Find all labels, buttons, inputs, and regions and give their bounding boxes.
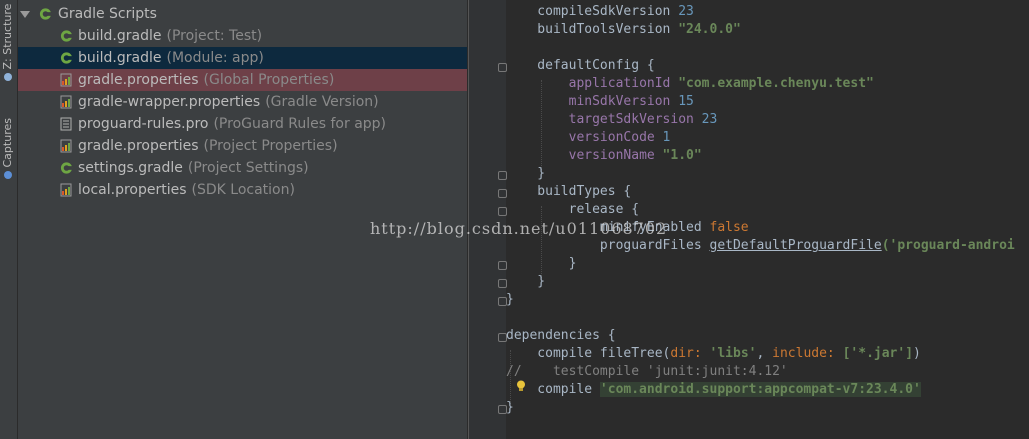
code-line: release { — [506, 202, 640, 217]
tree-item-name: local.properties — [78, 182, 187, 198]
tree-item-hint: (Project: Test) — [166, 28, 263, 44]
tree-item-name: build.gradle — [78, 50, 162, 66]
tree-item-gradle-properties-global[interactable]: gradle.properties (Global Properties) — [18, 69, 467, 91]
tree-item-name: proguard-rules.pro — [78, 116, 209, 132]
tree-item-name: gradle-wrapper.properties — [78, 94, 261, 110]
tree-item-hint: (Module: app) — [166, 50, 264, 66]
tree-root-label: Gradle Scripts — [58, 6, 157, 22]
expand-arrow-icon[interactable] — [20, 11, 30, 18]
lightbulb-icon[interactable] — [516, 380, 526, 392]
code-line: } — [506, 256, 577, 271]
captures-tab-label: Captures — [1, 118, 14, 168]
properties-icon — [60, 73, 72, 87]
structure-icon — [4, 73, 12, 81]
properties-icon — [60, 139, 72, 153]
tree-item-build-gradle-module[interactable]: build.gradle (Module: app) — [18, 47, 467, 69]
tool-window-strip: Z: Structure Captures — [0, 0, 18, 439]
properties-icon — [60, 183, 72, 197]
gradle-icon — [60, 162, 73, 174]
code-line: versionCode 1 — [568, 130, 671, 145]
code-line: dependencies { — [506, 328, 616, 343]
code-line: proguardFiles getDefaultProguardFile('pr… — [506, 238, 1015, 253]
tree-item-gradle-wrapper-properties[interactable]: gradle-wrapper.properties (Gradle Version… — [18, 91, 467, 113]
tree-item-hint: (Global Properties) — [203, 72, 335, 88]
tree-item-name: gradle.properties — [78, 72, 199, 88]
code-line: minSdkVersion 15 — [568, 94, 694, 109]
watermark-text: http://blog.csdn.net/u011068702 — [370, 219, 668, 238]
code-line: defaultConfig { — [506, 58, 655, 73]
tree-item-hint: (Gradle Version) — [265, 94, 379, 110]
tree-item-build-gradle-project[interactable]: build.gradle (Project: Test) — [18, 25, 467, 47]
tree-item-settings-gradle[interactable]: settings.gradle (Project Settings) — [18, 157, 467, 179]
code-line: } — [506, 166, 546, 181]
tree-item-hint: (Project Properties) — [203, 138, 338, 154]
properties-icon — [60, 95, 72, 109]
gradle-icon — [39, 8, 52, 20]
text-file-icon — [60, 117, 72, 131]
code-line-comment: // testCompile 'junit:junit:4.12' — [506, 364, 788, 379]
tree-item-hint: (SDK Location) — [191, 182, 295, 198]
code-line: } — [506, 274, 546, 289]
code-line: compile 'com.android.support:appcompat-v… — [506, 382, 921, 397]
tree-item-local-properties[interactable]: local.properties (SDK Location) — [18, 179, 467, 201]
tree-item-hint: (Project Settings) — [187, 160, 309, 176]
code-line: buildToolsVersion "24.0.0" — [506, 22, 741, 37]
code-line: compile fileTree(dir: 'libs', include: [… — [506, 346, 921, 361]
tree-root-gradle-scripts[interactable]: Gradle Scripts — [18, 3, 467, 25]
gradle-icon — [60, 30, 73, 42]
code-line: applicationId "com.example.chenyu.test" — [568, 76, 874, 91]
code-line: compileSdkVersion 23 — [506, 4, 694, 19]
structure-tab-label: Z: Structure — [1, 3, 14, 70]
tree-item-proguard-rules[interactable]: proguard-rules.pro (ProGuard Rules for ap… — [18, 113, 467, 135]
code-line: } — [506, 400, 514, 415]
tree-item-hint: (ProGuard Rules for app) — [213, 116, 387, 132]
code-line: } — [506, 292, 514, 307]
code-line: buildTypes { — [506, 184, 632, 199]
code-line: versionName "1.0" — [568, 148, 702, 163]
tree-item-name: build.gradle — [78, 28, 162, 44]
captures-icon — [4, 171, 12, 179]
structure-tab[interactable]: Z: Structure — [1, 2, 14, 84]
captures-tab[interactable]: Captures — [1, 106, 14, 182]
gradle-icon — [60, 52, 73, 64]
tree-item-gradle-properties-project[interactable]: gradle.properties (Project Properties) — [18, 135, 467, 157]
tree-item-name: settings.gradle — [78, 160, 183, 176]
code-line: targetSdkVersion 23 — [568, 112, 718, 127]
tree-item-name: gradle.properties — [78, 138, 199, 154]
